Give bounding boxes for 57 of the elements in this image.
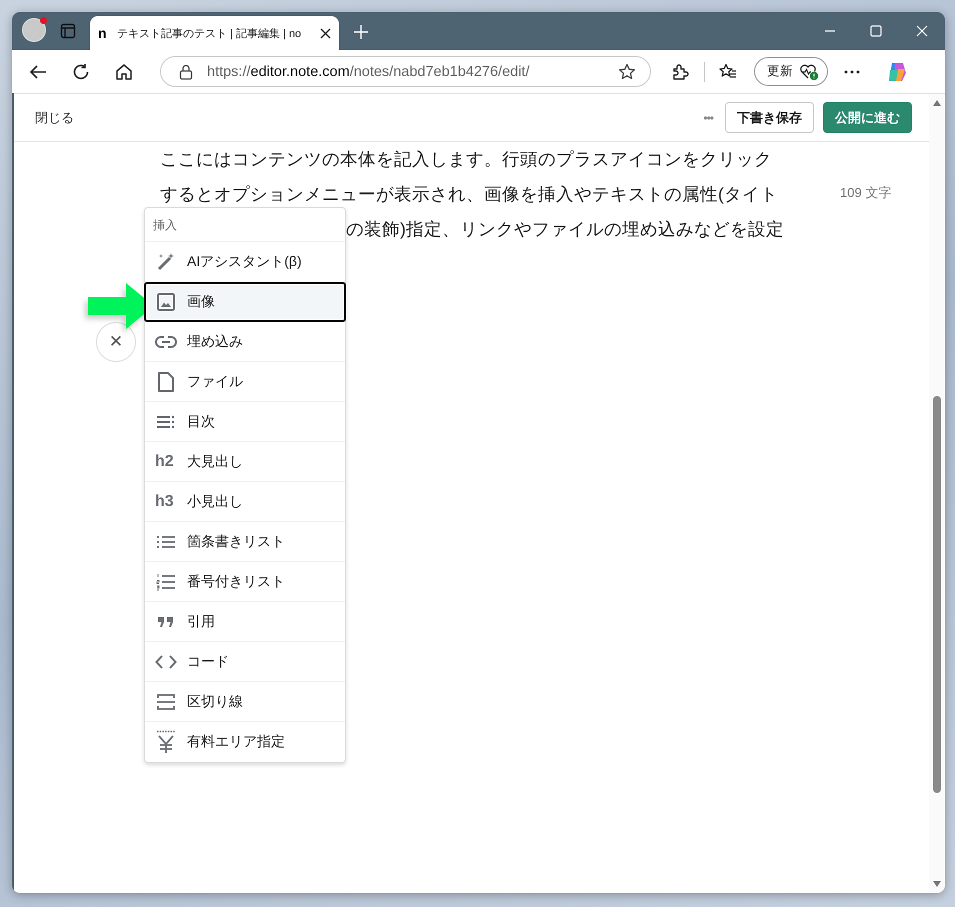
menu-item[interactable]: 目次 <box>145 402 345 442</box>
more-button[interactable]: ••• <box>703 110 713 124</box>
body-text: の装飾)指定、リンクやファイルの埋め込みなどを設定 <box>346 218 784 241</box>
profile-avatar-icon[interactable] <box>22 18 46 42</box>
menu-item[interactable]: 箇条書きリスト <box>145 522 345 562</box>
scrollbar[interactable] <box>929 94 945 893</box>
tab-title: テキスト記事のテスト | 記事編集 | no <box>117 26 302 40</box>
menu-item[interactable]: 区切り線 <box>145 682 345 722</box>
update-button[interactable]: 更新 <box>754 57 828 86</box>
scrollbar-thumb[interactable] <box>933 396 941 793</box>
reload-icon[interactable] <box>72 62 90 80</box>
menu-item[interactable]: 埋め込み <box>145 322 345 362</box>
code-icon <box>155 654 177 668</box>
body-text: するとオプションメニューが表示され、画像を挿入やテキストの属性(タイト <box>160 183 778 206</box>
menu-item[interactable]: 有料エリア指定 <box>145 722 345 762</box>
list-icon <box>155 414 177 428</box>
menu-item[interactable]: 引用 <box>145 602 345 642</box>
url-text: https://editor.note.com/notes/nabd7eb1b4276/edit/ <box>207 64 530 80</box>
numbered-list-icon <box>155 572 177 590</box>
heart-icon <box>799 62 819 80</box>
tab-actions-icon[interactable] <box>60 23 76 39</box>
home-icon[interactable] <box>115 62 133 80</box>
browser-tab[interactable]: n テキスト記事のテスト | 記事編集 | no <box>90 16 339 50</box>
puzzle-icon[interactable] <box>671 62 690 80</box>
menu-item[interactable]: h3 小見出し <box>145 482 345 522</box>
address-bar[interactable]: https://editor.note.com/notes/nabd7eb1b4276/edit/ <box>160 56 652 87</box>
heading-icon: h3 <box>155 492 177 510</box>
menu-heading: 挿入 <box>145 208 345 242</box>
close-icon[interactable] <box>320 28 331 38</box>
yen-icon <box>155 730 177 754</box>
scroll-down-icon[interactable] <box>933 881 941 887</box>
copilot-icon[interactable] <box>886 60 908 82</box>
menu-item[interactable]: コード <box>145 642 345 682</box>
favorites-icon[interactable] <box>719 62 737 80</box>
menu-item[interactable]: ファイル <box>145 362 345 402</box>
lock-icon[interactable] <box>179 64 193 80</box>
char-count: 109 文字 <box>840 184 892 202</box>
link-icon <box>155 334 177 348</box>
divider-icon <box>155 692 177 710</box>
site-favicon: n <box>98 25 108 41</box>
menu-item[interactable]: h2 大見出し <box>145 442 345 482</box>
menu-item[interactable]: 画像 <box>144 282 346 322</box>
star-icon[interactable] <box>618 62 636 80</box>
maximize-icon[interactable] <box>870 25 882 37</box>
scroll-up-icon[interactable] <box>933 100 941 106</box>
close-link[interactable]: 閉じる <box>35 108 74 126</box>
file-icon <box>155 370 177 392</box>
save-draft-button[interactable]: 下書き保存 <box>725 102 814 133</box>
body-text: ここにはコンテンツの本体を記入します。行頭のプラスアイコンをクリック <box>160 148 772 171</box>
publish-button[interactable]: 公開に進む <box>823 102 912 133</box>
back-icon[interactable] <box>29 62 47 80</box>
bullet-list-icon <box>155 534 177 548</box>
heading-icon: h2 <box>155 452 177 470</box>
menu-item[interactable]: 番号付きリスト <box>145 562 345 602</box>
image-icon <box>155 292 177 312</box>
close-button[interactable]: ✕ <box>96 322 136 362</box>
new-tab-icon[interactable] <box>353 24 369 40</box>
